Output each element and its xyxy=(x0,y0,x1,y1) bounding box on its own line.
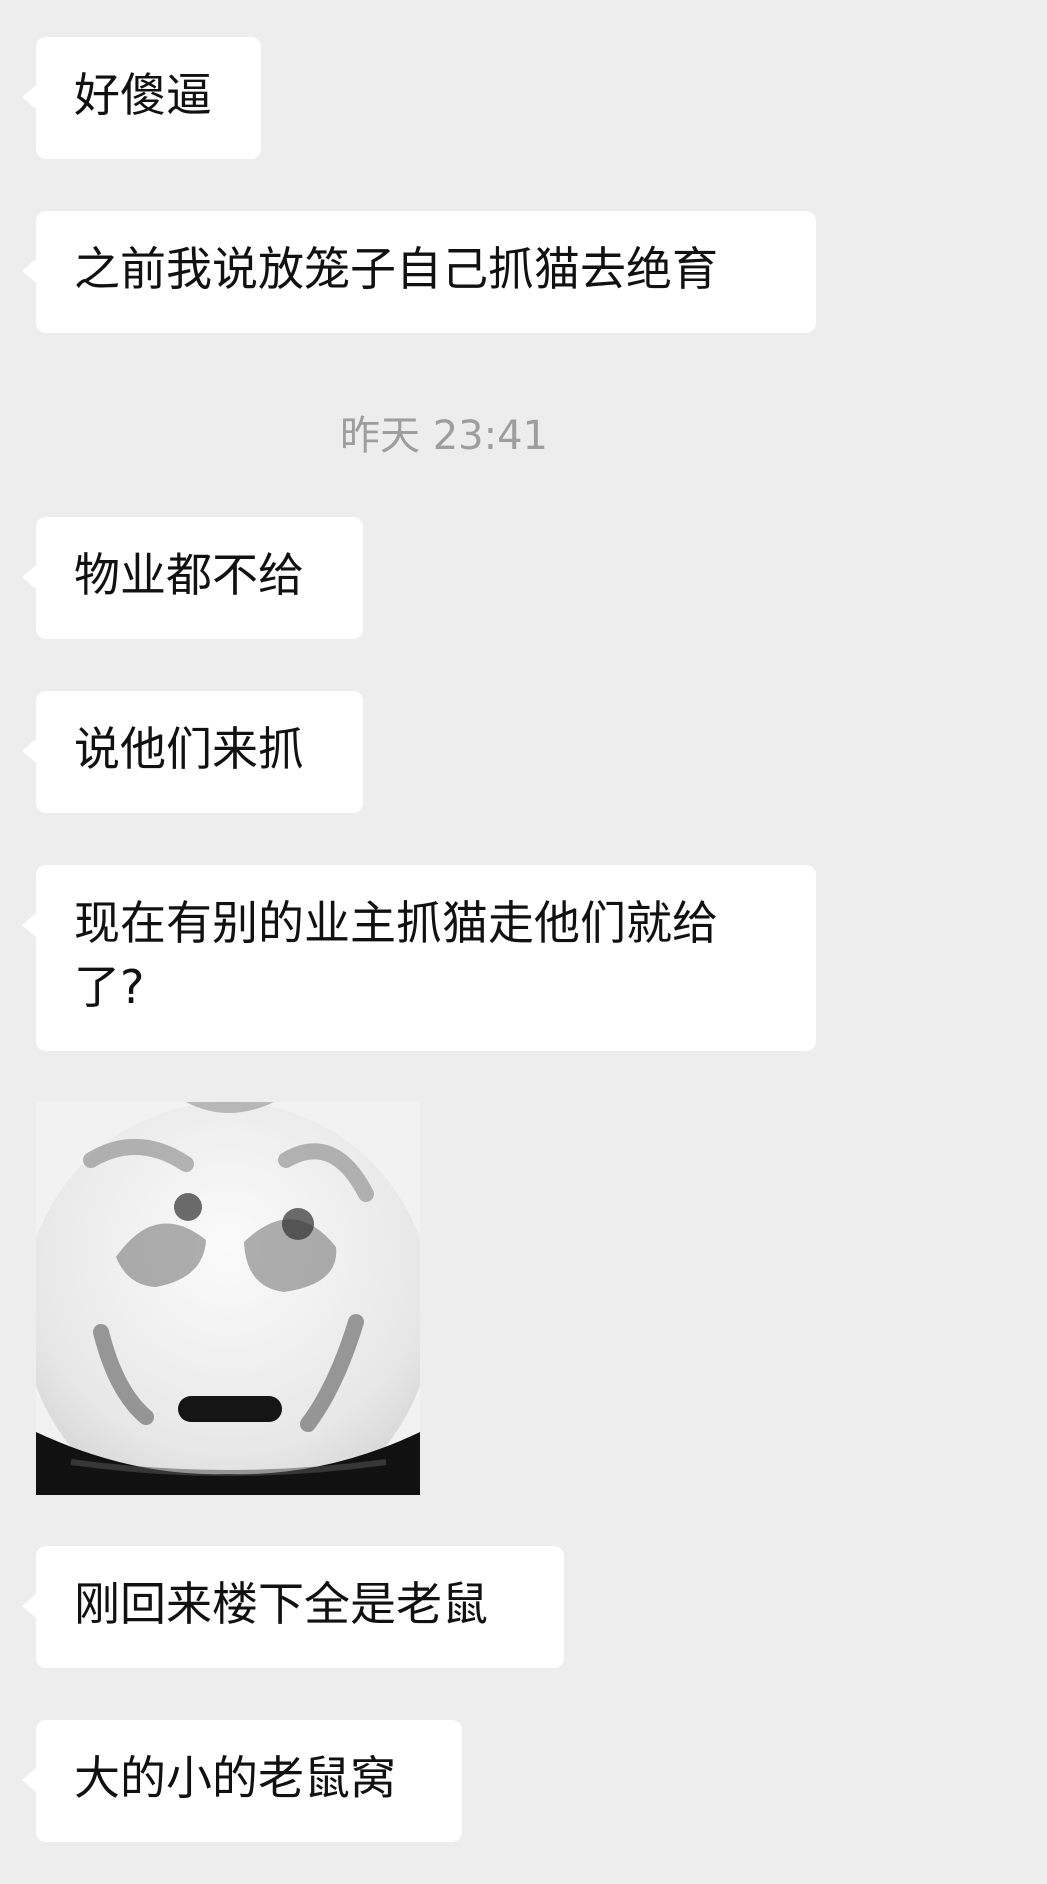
message-bubble[interactable]: 物业都不给 xyxy=(22,517,363,639)
chat-message-list[interactable]: 好傻逼 之前我说放笼子自己抓猫去绝育 昨天 23:41 物业都不给 说他们来抓 … xyxy=(0,0,1047,1884)
meme-face-icon xyxy=(36,1102,420,1495)
message-row: 刚回来楼下全是老鼠 xyxy=(22,1546,564,1668)
message-row: 说他们来抓 xyxy=(22,691,363,813)
message-timestamp: 昨天 23:41 xyxy=(340,413,548,459)
message-bubble[interactable]: 之前我说放笼子自己抓猫去绝育 xyxy=(22,211,816,333)
message-bubble[interactable]: 现在有别的业主抓猫走他们就给 了? xyxy=(22,865,816,1051)
message-bubble[interactable]: 说他们来抓 xyxy=(22,691,363,813)
message-row: 大的小的老鼠窝 xyxy=(22,1720,462,1842)
sticker-message[interactable] xyxy=(36,1102,420,1495)
message-row: 之前我说放笼子自己抓猫去绝育 xyxy=(22,211,816,333)
message-row: 好傻逼 xyxy=(22,37,261,159)
message-bubble[interactable]: 刚回来楼下全是老鼠 xyxy=(22,1546,564,1668)
message-row: 现在有别的业主抓猫走他们就给 了? xyxy=(22,865,816,1051)
message-bubble[interactable]: 好傻逼 xyxy=(22,37,261,159)
message-bubble[interactable]: 大的小的老鼠窝 xyxy=(22,1720,462,1842)
message-row: 物业都不给 xyxy=(22,517,363,639)
